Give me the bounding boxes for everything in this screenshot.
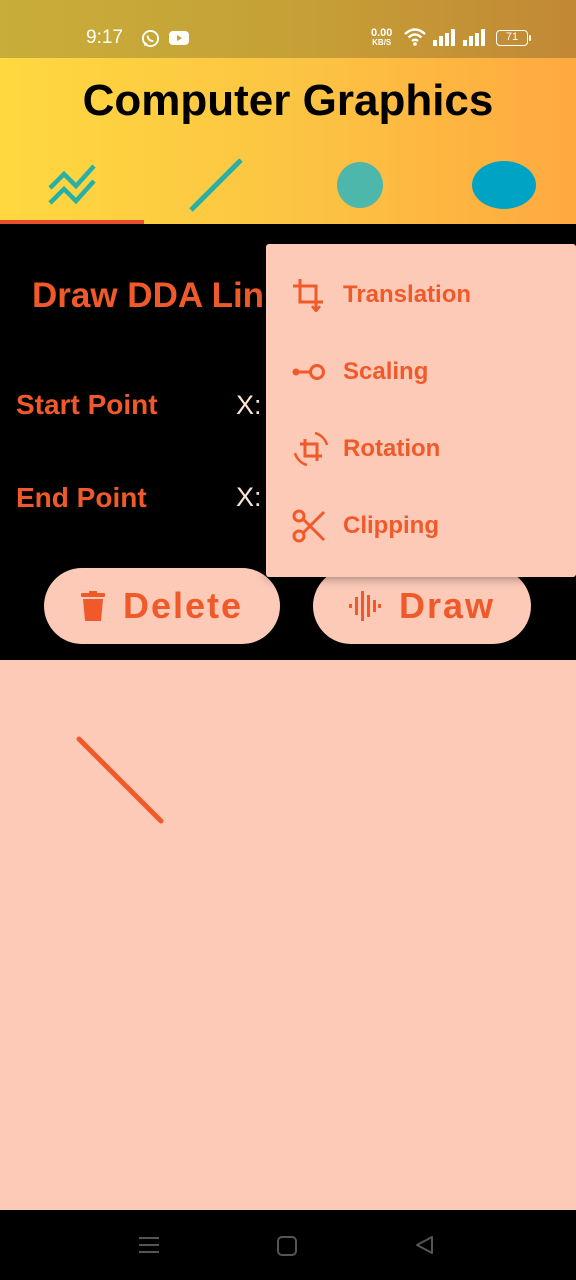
trash-icon [80,591,105,621]
menu-item-translation[interactable]: Translation [266,265,576,325]
tab-circle[interactable] [288,150,432,224]
scissors-icon [292,509,326,543]
status-time: 9:17 [86,27,123,48]
end-x-label: X: [236,482,262,512]
menu-label-clipping: Clipping [343,512,439,539]
polyline-icon [48,164,96,205]
draw-button[interactable]: Draw [313,568,531,644]
circle-icon [337,162,383,208]
status-bar: 9:17 0.00 KB/S 71 [0,0,576,58]
tab-ellipse[interactable] [432,150,576,224]
start-point-label: Start Point [16,389,158,420]
drawing-canvas[interactable] [0,660,576,1210]
app-title: Computer Graphics [82,76,494,125]
line-icon [189,158,243,212]
ellipse-icon [472,161,536,209]
signal-icon [433,29,455,46]
tab-polyline[interactable] [0,150,144,224]
draw-label: Draw [398,585,496,626]
navigation-bar [0,1210,576,1280]
drawn-line [76,736,164,824]
end-point-label: End Point [16,482,147,513]
home-nav-icon[interactable] [277,1236,297,1256]
page-heading: Draw DDA Lin [32,276,265,315]
network-speed: 0.00 KB/S [371,28,392,48]
speed-value: 0.00 [371,27,393,39]
start-x-label: X: [236,390,262,420]
whatsapp-icon [141,29,160,48]
speed-unit: KB/S [372,38,392,47]
menu-label-rotation: Rotation [343,435,441,462]
waveform-icon [348,591,381,621]
menu-label-translation: Translation [343,281,472,308]
wifi-icon [404,28,426,46]
menu-item-scaling[interactable]: Scaling [266,342,576,402]
menu-item-rotation[interactable]: Rotation [266,419,576,479]
back-nav-icon[interactable] [414,1235,434,1255]
menu-nav-icon[interactable] [139,1236,159,1254]
scale-icon [292,364,325,380]
crop-icon [293,279,323,312]
menu-item-clipping[interactable]: Clipping [266,496,576,556]
delete-label: Delete [122,585,244,626]
tab-line[interactable] [144,150,288,224]
menu-label-scaling: Scaling [343,358,429,385]
youtube-icon [169,31,189,45]
rotate-icon [293,431,329,467]
delete-button[interactable]: Delete [44,568,280,644]
battery-icon: 71 [496,30,531,46]
transform-menu: Translation Scaling Rotation Clipping [266,244,576,577]
signal-icon [463,29,485,46]
